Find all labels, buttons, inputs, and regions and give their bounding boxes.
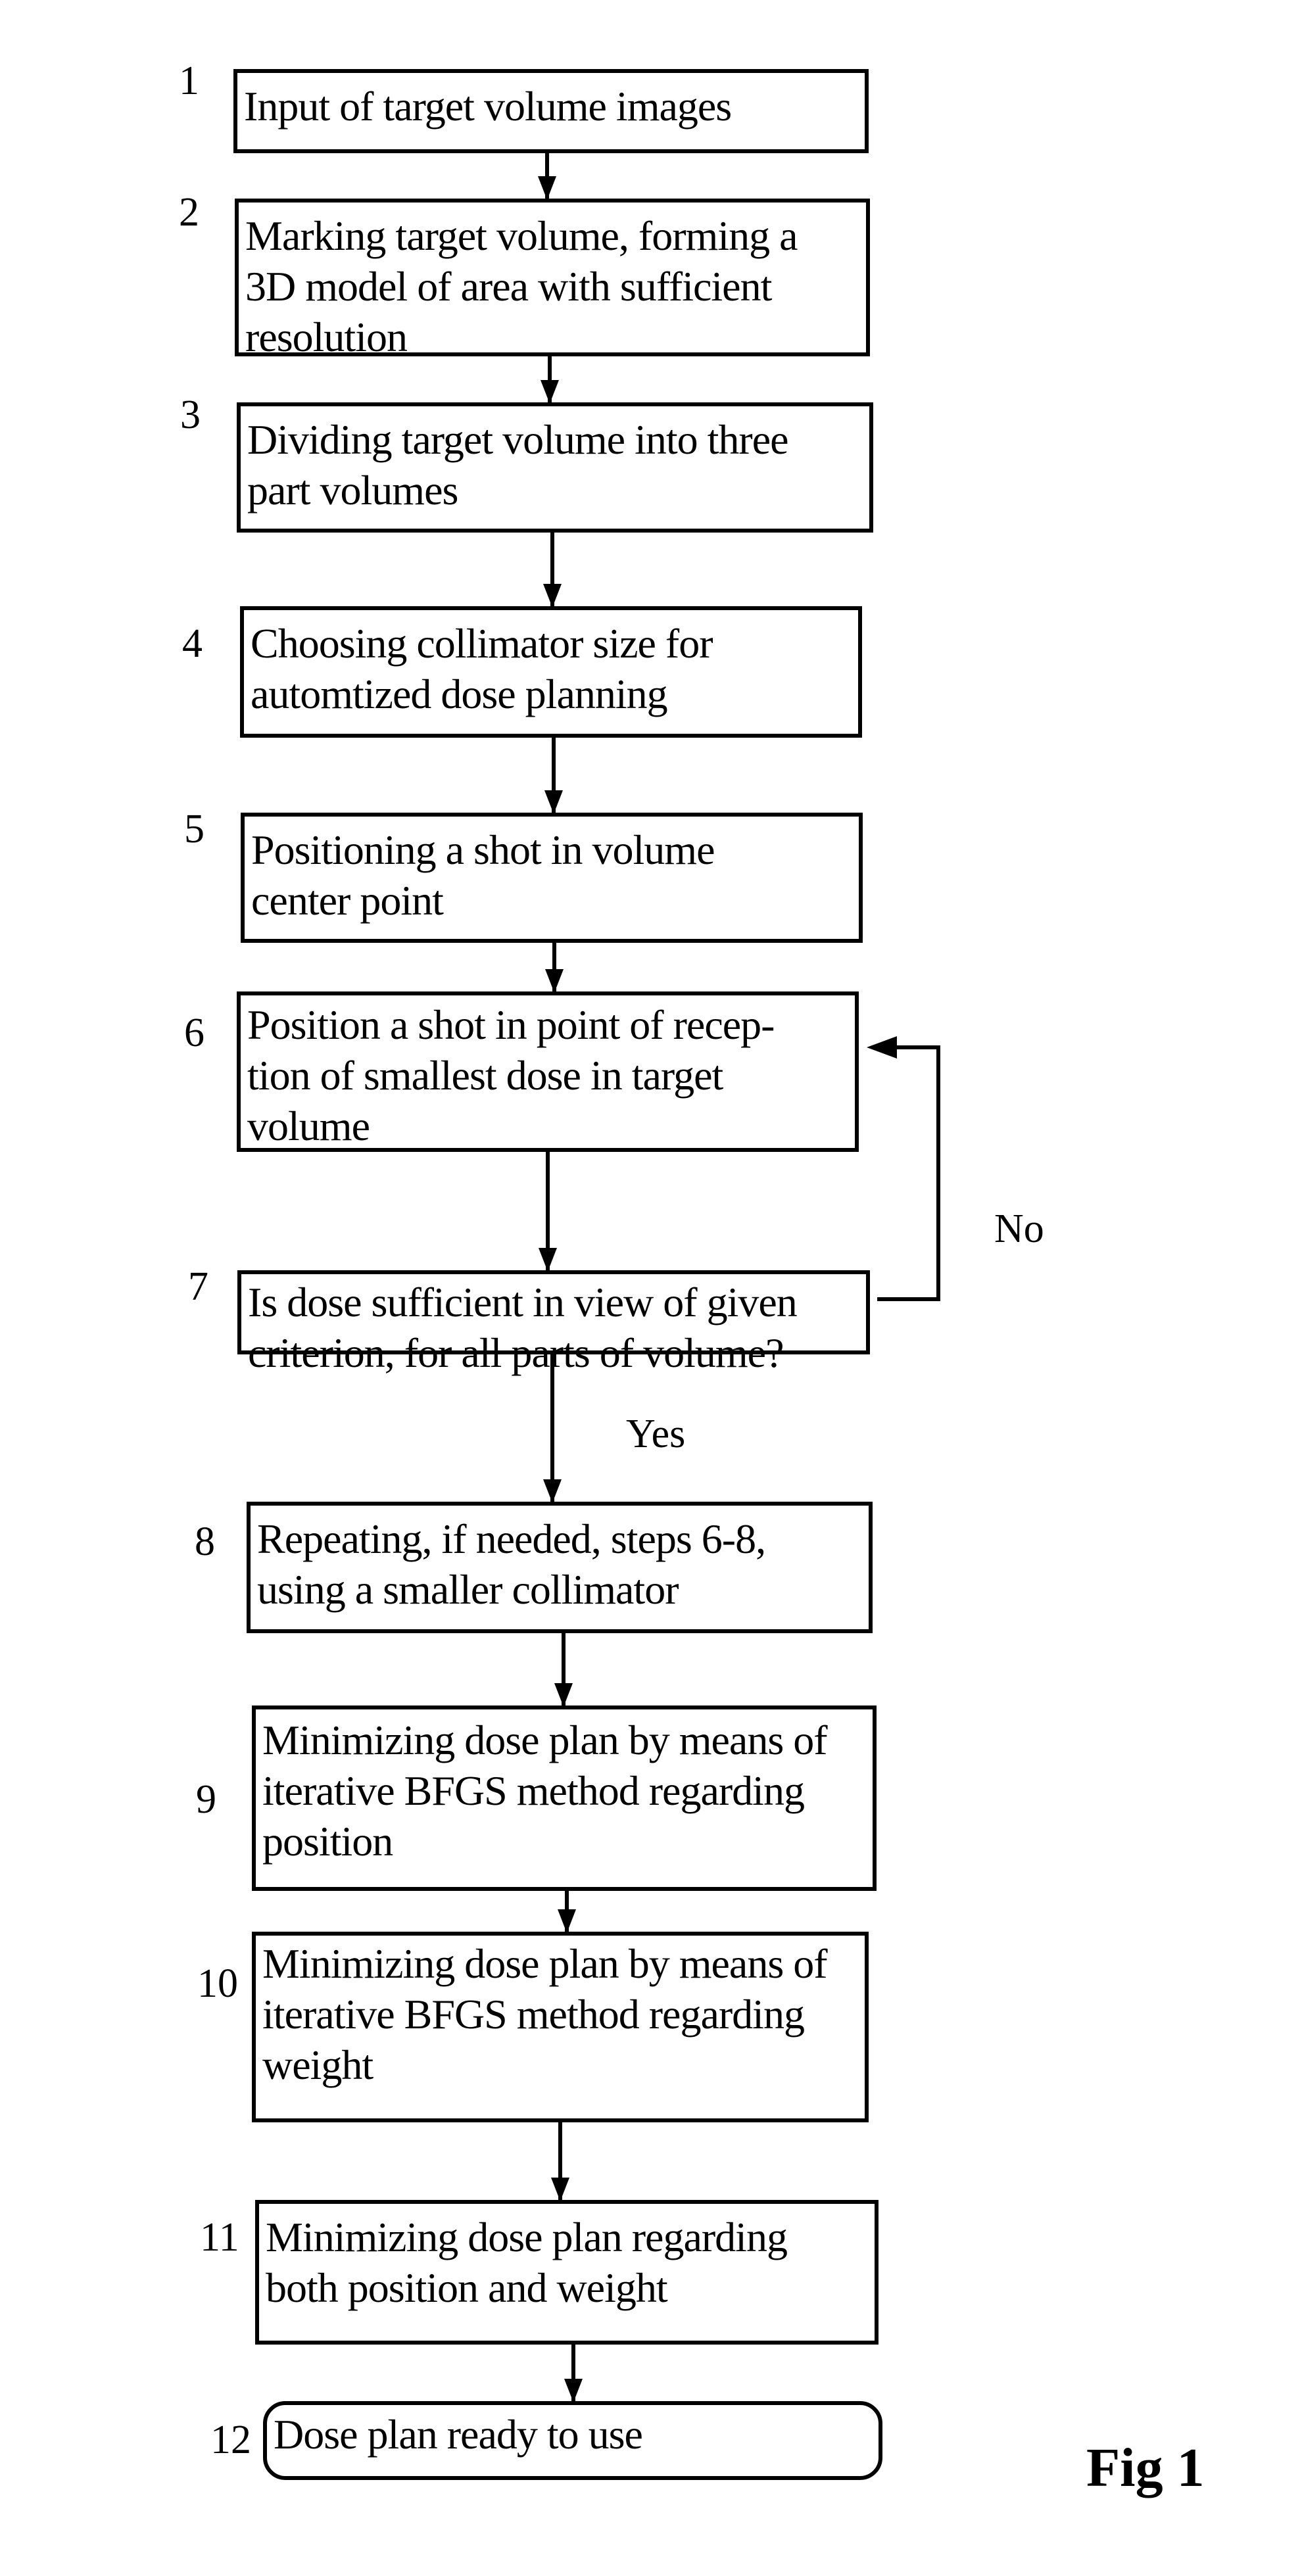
arrowhead-3-4 [543,584,562,608]
step-number-2: 2 [179,190,199,235]
step-text-5-line-2: center point [251,877,444,924]
step-text-12: Dose plan ready to use [274,2411,643,2458]
step-box-1: Input of target volume images [233,69,869,153]
step-number-7: 7 [188,1264,208,1309]
step-text-10-line-2: iterative BFGS method regarding [262,1991,805,2038]
step-number-4: 4 [182,621,203,666]
step-number-5: 5 [184,807,205,851]
step-number-8: 8 [195,1519,215,1564]
step-box-11: Minimizing dose plan regarding both posi… [255,2200,879,2345]
step-number-10: 10 [197,1961,238,2006]
step-box-4: Choosing collimator size for automtized … [240,606,862,738]
step-box-9: Minimizing dose plan by means of iterati… [252,1705,877,1891]
step-number-3: 3 [180,393,201,437]
figure-label: Fig 1 [1086,2437,1205,2498]
step-number-12: 12 [210,2418,251,2462]
step-text-5-line-1: Positioning a shot in volume [251,826,715,873]
step-text-4-line-1: Choosing collimator size for [251,620,713,667]
step-text-3-line-2: part volumes [247,467,458,513]
arrowhead-2-3 [541,380,559,404]
step-text-2-line-2: 3D model of area with sufficient [245,263,772,310]
step-text-11-line-2: both position and weight [266,2264,668,2311]
step-box-8: Repeating, if needed, steps 6-8, using a… [247,1502,873,1633]
step-text-7-line-2: criterion, for all parts of volume? [248,1329,784,1376]
step-text-11-line-1: Minimizing dose plan regarding [266,2214,788,2260]
step-number-9: 9 [196,1777,216,1822]
step-text-4-line-2: automtized dose planning [251,671,668,717]
step-text-6-line-3: volume [247,1103,370,1149]
arrowhead-11-12 [564,2379,583,2402]
step-box-3: Dividing target volume into three part v… [237,402,873,533]
arrowhead-8-9 [554,1683,573,1707]
arrowhead-9-10 [558,1909,576,1933]
arrowhead-4-5 [544,790,563,814]
step-text-6-line-2: tion of smallest dose in target [247,1052,723,1099]
step-box-10: Minimizing dose plan by means of iterati… [252,1932,869,2122]
arrowhead-5-6 [545,969,564,993]
step-text-1: Input of target volume images [244,83,732,130]
step-box-5: Positioning a shot in volume center poin… [241,813,863,943]
loop-no-arrow [875,1045,940,1301]
step-number-11: 11 [200,2215,239,2260]
step-text-6-line-1: Position a shot in point of recep- [247,1001,775,1048]
step-text-10-line-1: Minimizing dose plan by means of [262,1940,828,1987]
step-text-8-line-2: using a smaller collimator [257,1566,679,1613]
arrowhead-6-7 [539,1248,557,1272]
arrowhead-10-11 [551,2178,569,2201]
no-branch-label: No [994,1206,1044,1251]
step-box-12-terminal: Dose plan ready to use [263,2401,882,2480]
step-text-9-line-3: position [262,1818,393,1865]
step-text-7-line-1: Is dose sufficient in view of given [248,1279,798,1325]
step-box-2: Marking target volume, forming a 3D mode… [235,199,870,360]
step-text-2-line-3: resolution [245,314,408,360]
step-text-9-line-2: iterative BFGS method regarding [262,1767,805,1814]
step-text-10-line-3: weight [262,2041,373,2088]
yes-branch-label: Yes [626,1412,686,1456]
step-text-8-line-1: Repeating, if needed, steps 6-8, [257,1515,766,1562]
step-text-3-line-1: Dividing target volume into three [247,416,789,463]
step-text-9-line-1: Minimizing dose plan by means of [262,1717,828,1763]
arrowhead-7-8 [543,1479,562,1503]
arrowhead-1-2 [538,176,556,200]
step-box-6: Position a shot in point of recep- tion … [237,991,859,1152]
step-box-7-decision: Is dose sufficient in view of given crit… [237,1270,870,1376]
step-text-2-line-1: Marking target volume, forming a [245,212,798,259]
step-number-6: 6 [184,1011,205,1055]
step-number-1: 1 [179,59,199,103]
arrowhead-loop-no [867,1036,897,1059]
